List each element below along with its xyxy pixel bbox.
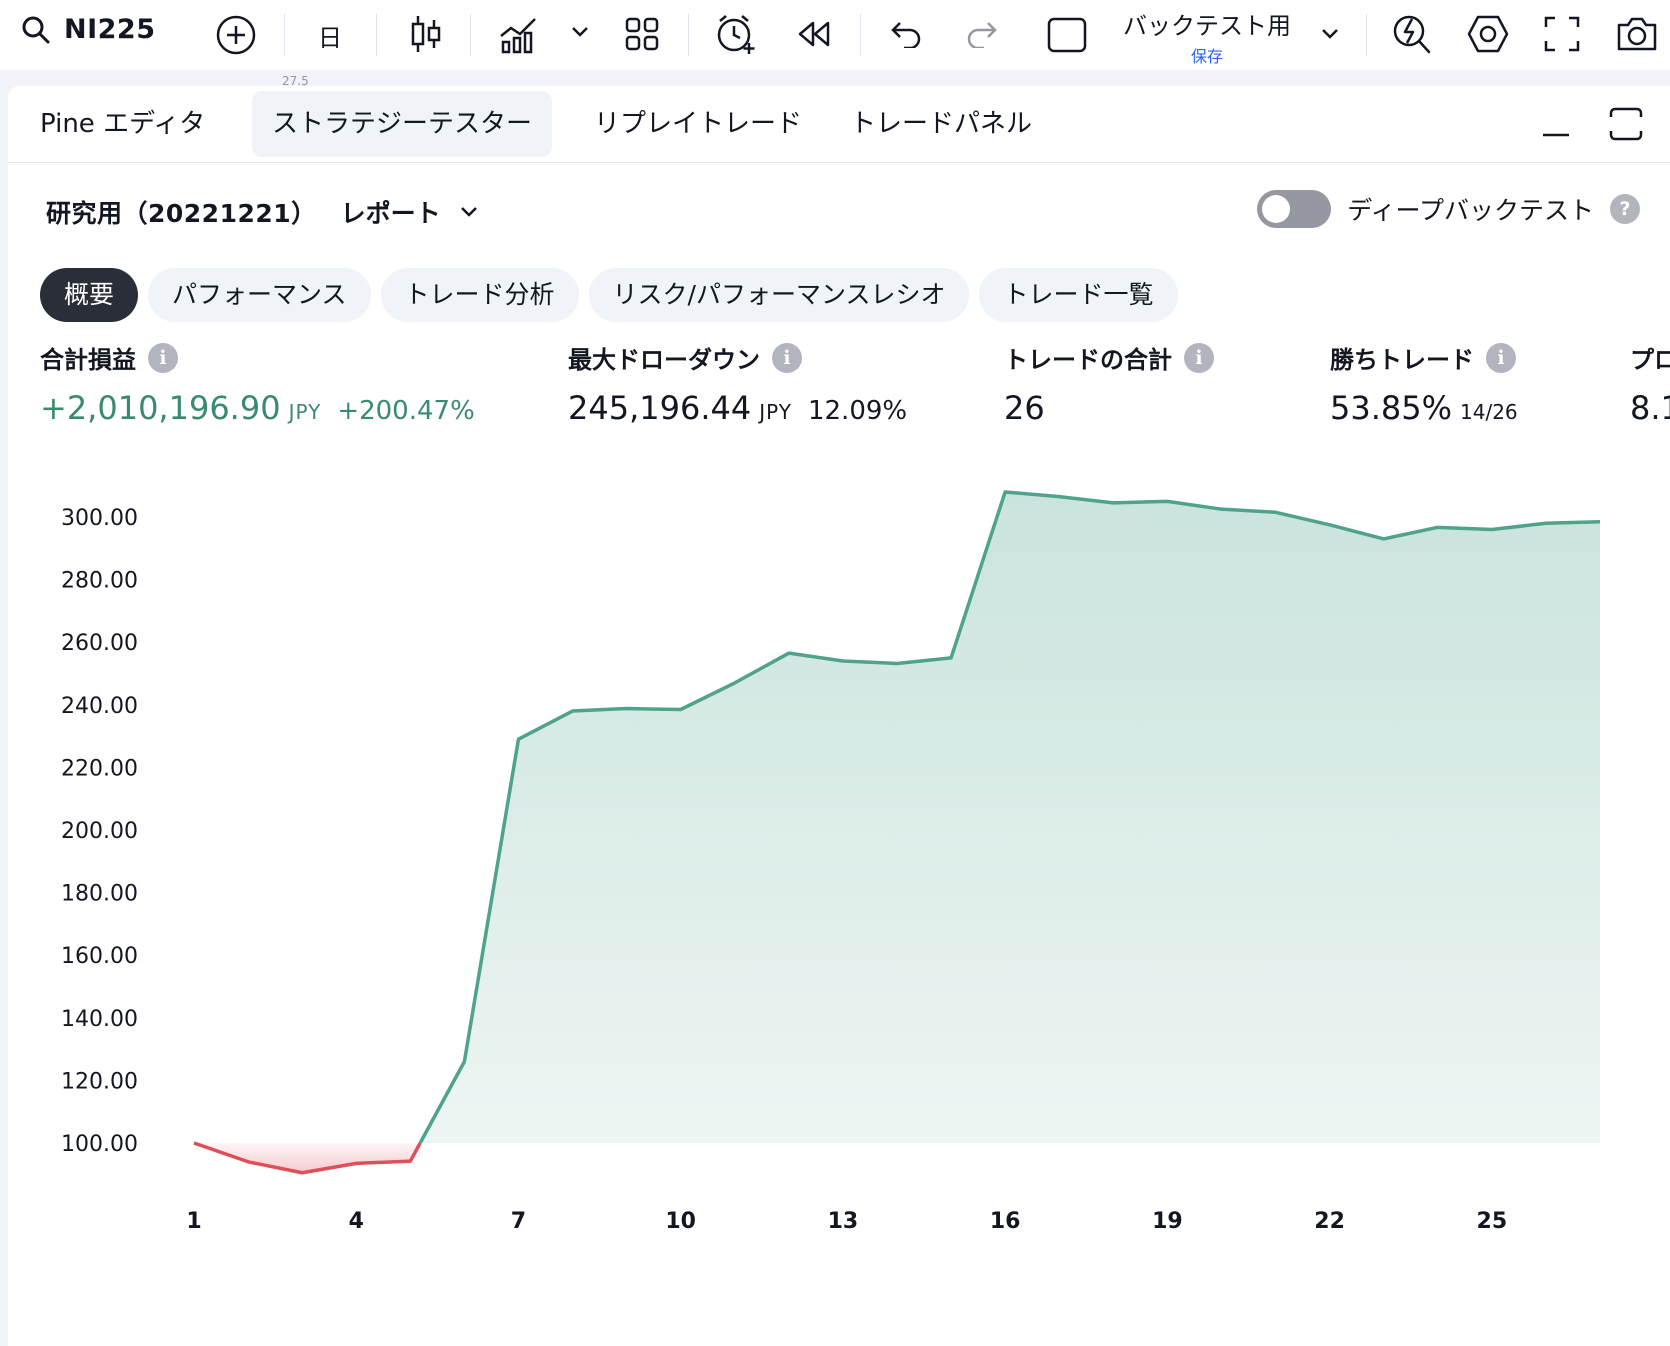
equity-point[interactable] (192, 1141, 196, 1145)
y-tick-label: 260.00 (61, 631, 138, 656)
x-tick-label: 19 (1152, 1209, 1183, 1234)
equity-point[interactable] (571, 709, 575, 713)
equity-point[interactable] (1382, 537, 1386, 541)
equity-point[interactable] (1490, 528, 1494, 532)
toolbar-divider (688, 14, 689, 56)
equity-point[interactable] (462, 1060, 466, 1064)
undo-button[interactable] (888, 16, 924, 52)
loss-area (194, 1143, 421, 1173)
x-axis: 1 4 7 10 13 16 19 22 25 (186, 1209, 1507, 1234)
equity-point[interactable] (841, 659, 845, 663)
equity-point[interactable] (1436, 525, 1440, 529)
alert-button[interactable] (714, 12, 758, 56)
equity-point[interactable] (246, 1160, 250, 1164)
chevron-down-icon (1322, 29, 1338, 39)
equity-chart: 100.00 120.00 140.00 160.00 180.00 200.00 220.… (61, 490, 1602, 1234)
toolbar-divider (470, 14, 471, 56)
toolbar-divider (860, 14, 861, 56)
toolbar-divider (1366, 14, 1367, 56)
indicators-icon (500, 18, 536, 54)
gear-icon (1467, 15, 1509, 53)
x-tick-label: 16 (990, 1209, 1021, 1234)
toolbar-divider (284, 14, 285, 56)
bottom-panel: Pine エディタ ストラテジーテスター リプレイトレード トレードパネル 研究… (8, 86, 1670, 1346)
layout-save-status: 保存 (1190, 47, 1223, 66)
equity-point[interactable] (1274, 510, 1278, 514)
layout-square-button[interactable] (1046, 14, 1088, 56)
y-tick-label: 220.00 (61, 756, 138, 781)
equity-point[interactable] (679, 707, 683, 711)
equity-point[interactable] (354, 1161, 358, 1165)
layout-button[interactable] (622, 14, 662, 54)
compare-add-button[interactable] (216, 15, 256, 55)
equity-point[interactable] (895, 661, 899, 665)
x-tick-label: 7 (511, 1209, 526, 1234)
symbol-search[interactable]: NI225 (22, 14, 156, 45)
x-tick-label: 13 (828, 1209, 859, 1234)
search-icon (22, 16, 50, 43)
replay-button[interactable] (794, 16, 834, 52)
y-tick-label: 100.00 (61, 1132, 138, 1157)
equity-series (192, 490, 1602, 1175)
y-axis: 100.00 120.00 140.00 160.00 180.00 200.00 220.… (61, 506, 138, 1157)
y-tick-label: 300.00 (61, 506, 138, 531)
settings-button[interactable] (1466, 12, 1510, 56)
equity-point[interactable] (1003, 490, 1007, 494)
undo-icon (891, 22, 921, 48)
fullscreen-button[interactable] (1542, 14, 1582, 54)
x-tick-label: 1 (186, 1209, 201, 1234)
alarm-clock-plus-icon (717, 15, 755, 54)
equity-point[interactable] (1544, 521, 1548, 525)
equity-point[interactable] (1328, 523, 1332, 527)
fullscreen-icon (1544, 16, 1580, 52)
equity-point[interactable] (1219, 507, 1223, 511)
symbol-name: NI225 (64, 14, 156, 45)
equity-point[interactable] (408, 1159, 412, 1163)
lightning-search-icon (1393, 15, 1431, 54)
equity-point[interactable] (1598, 520, 1602, 524)
layout-dropdown[interactable] (1318, 22, 1342, 46)
equity-point[interactable] (1057, 495, 1061, 499)
candlestick-icon (411, 16, 441, 52)
equity-point[interactable] (1165, 499, 1169, 503)
square-icon (1047, 17, 1087, 53)
equity-point[interactable] (300, 1171, 304, 1175)
equity-point[interactable] (733, 681, 737, 685)
indicators-button[interactable] (496, 12, 540, 56)
x-tick-label: 10 (665, 1209, 696, 1234)
chevron-down-icon (572, 27, 588, 37)
y-tick-label: 140.00 (61, 1007, 138, 1032)
indicators-dropdown[interactable] (568, 20, 592, 44)
chart-type-button[interactable] (404, 12, 448, 56)
y-tick-label: 240.00 (61, 694, 138, 719)
equity-point[interactable] (949, 656, 953, 660)
interval-button[interactable]: 日 (310, 15, 350, 55)
equity-point[interactable] (625, 707, 629, 711)
x-tick-label: 22 (1314, 1209, 1345, 1234)
camera-icon (1617, 17, 1657, 51)
quick-search-button[interactable] (1390, 12, 1434, 56)
toolbar-divider (376, 14, 377, 56)
y-tick-label: 200.00 (61, 819, 138, 844)
y-tick-label: 120.00 (61, 1069, 138, 1094)
y-tick-label: 180.00 (61, 882, 138, 907)
redo-icon (967, 22, 997, 48)
screenshot-button[interactable] (1614, 12, 1660, 56)
layout-template[interactable]: バックテスト用 保存 (1112, 6, 1302, 67)
rewind-icon (798, 21, 830, 47)
x-tick-label: 4 (349, 1209, 364, 1234)
redo-button[interactable] (964, 16, 1000, 52)
equity-point[interactable] (516, 737, 520, 741)
equity-point[interactable] (1111, 501, 1115, 505)
profit-area (420, 491, 1600, 1144)
layout-template-name: バックテスト用 (1123, 12, 1291, 40)
equity-point[interactable] (787, 651, 791, 655)
chart-area-strip: 27.5 (0, 70, 1670, 88)
y-tick-label: 160.00 (61, 944, 138, 969)
grid-layout-icon (625, 17, 659, 51)
y-tick-label: 280.00 (61, 569, 138, 594)
plus-circle-icon (216, 15, 256, 55)
x-tick-label: 25 (1477, 1209, 1508, 1234)
top-toolbar: NI225 日 バックテスト用 保存 (0, 0, 1670, 70)
